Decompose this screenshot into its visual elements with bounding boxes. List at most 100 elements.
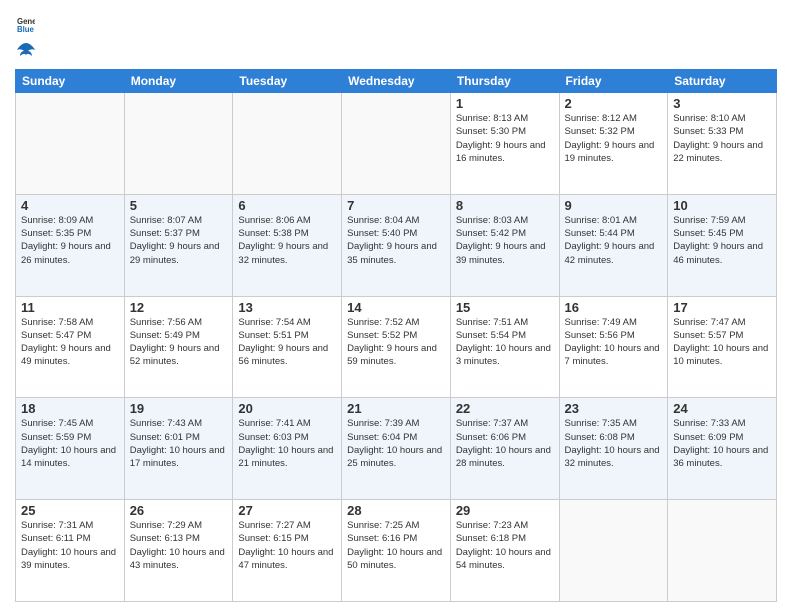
day-cell: 10Sunrise: 7:59 AMSunset: 5:45 PMDayligh… [668, 194, 777, 296]
day-number: 27 [238, 503, 336, 518]
day-info: Sunrise: 7:52 AMSunset: 5:52 PMDaylight:… [347, 316, 445, 369]
day-number: 17 [673, 300, 771, 315]
day-info: Sunrise: 8:13 AMSunset: 5:30 PMDaylight:… [456, 112, 554, 165]
week-row-3: 18Sunrise: 7:45 AMSunset: 5:59 PMDayligh… [16, 398, 777, 500]
day-cell: 11Sunrise: 7:58 AMSunset: 5:47 PMDayligh… [16, 296, 125, 398]
day-info: Sunrise: 7:54 AMSunset: 5:51 PMDaylight:… [238, 316, 336, 369]
day-number: 12 [130, 300, 228, 315]
day-cell: 5Sunrise: 8:07 AMSunset: 5:37 PMDaylight… [124, 194, 233, 296]
day-number: 2 [565, 96, 663, 111]
day-cell: 6Sunrise: 8:06 AMSunset: 5:38 PMDaylight… [233, 194, 342, 296]
day-cell [124, 93, 233, 195]
day-number: 3 [673, 96, 771, 111]
day-info: Sunrise: 8:07 AMSunset: 5:37 PMDaylight:… [130, 214, 228, 267]
logo-bird-icon [15, 41, 37, 63]
day-number: 29 [456, 503, 554, 518]
day-info: Sunrise: 7:33 AMSunset: 6:09 PMDaylight:… [673, 417, 771, 470]
day-number: 21 [347, 401, 445, 416]
day-cell: 19Sunrise: 7:43 AMSunset: 6:01 PMDayligh… [124, 398, 233, 500]
col-header-saturday: Saturday [668, 70, 777, 93]
day-info: Sunrise: 7:25 AMSunset: 6:16 PMDaylight:… [347, 519, 445, 572]
col-header-sunday: Sunday [16, 70, 125, 93]
day-number: 20 [238, 401, 336, 416]
day-number: 26 [130, 503, 228, 518]
day-number: 18 [21, 401, 119, 416]
day-number: 22 [456, 401, 554, 416]
day-cell [342, 93, 451, 195]
day-cell: 4Sunrise: 8:09 AMSunset: 5:35 PMDaylight… [16, 194, 125, 296]
day-cell [668, 500, 777, 602]
day-number: 24 [673, 401, 771, 416]
day-number: 10 [673, 198, 771, 213]
day-cell: 7Sunrise: 8:04 AMSunset: 5:40 PMDaylight… [342, 194, 451, 296]
calendar-page: General Blue SundayMondayTuesdayWednesda… [0, 0, 792, 612]
day-info: Sunrise: 7:49 AMSunset: 5:56 PMDaylight:… [565, 316, 663, 369]
day-cell: 14Sunrise: 7:52 AMSunset: 5:52 PMDayligh… [342, 296, 451, 398]
day-number: 19 [130, 401, 228, 416]
day-cell: 15Sunrise: 7:51 AMSunset: 5:54 PMDayligh… [450, 296, 559, 398]
day-cell: 12Sunrise: 7:56 AMSunset: 5:49 PMDayligh… [124, 296, 233, 398]
svg-text:General: General [17, 17, 35, 26]
day-number: 4 [21, 198, 119, 213]
week-row-1: 4Sunrise: 8:09 AMSunset: 5:35 PMDaylight… [16, 194, 777, 296]
day-info: Sunrise: 7:39 AMSunset: 6:04 PMDaylight:… [347, 417, 445, 470]
calendar-header-row: SundayMondayTuesdayWednesdayThursdayFrid… [16, 70, 777, 93]
day-info: Sunrise: 7:23 AMSunset: 6:18 PMDaylight:… [456, 519, 554, 572]
svg-text:Blue: Blue [17, 25, 35, 34]
col-header-thursday: Thursday [450, 70, 559, 93]
header: General Blue [15, 10, 777, 63]
day-number: 8 [456, 198, 554, 213]
col-header-monday: Monday [124, 70, 233, 93]
day-info: Sunrise: 8:04 AMSunset: 5:40 PMDaylight:… [347, 214, 445, 267]
day-info: Sunrise: 7:35 AMSunset: 6:08 PMDaylight:… [565, 417, 663, 470]
day-info: Sunrise: 8:01 AMSunset: 5:44 PMDaylight:… [565, 214, 663, 267]
day-info: Sunrise: 7:27 AMSunset: 6:15 PMDaylight:… [238, 519, 336, 572]
day-cell: 8Sunrise: 8:03 AMSunset: 5:42 PMDaylight… [450, 194, 559, 296]
day-number: 15 [456, 300, 554, 315]
day-info: Sunrise: 7:37 AMSunset: 6:06 PMDaylight:… [456, 417, 554, 470]
day-cell: 9Sunrise: 8:01 AMSunset: 5:44 PMDaylight… [559, 194, 668, 296]
day-info: Sunrise: 7:29 AMSunset: 6:13 PMDaylight:… [130, 519, 228, 572]
day-cell: 3Sunrise: 8:10 AMSunset: 5:33 PMDaylight… [668, 93, 777, 195]
day-cell: 1Sunrise: 8:13 AMSunset: 5:30 PMDaylight… [450, 93, 559, 195]
week-row-2: 11Sunrise: 7:58 AMSunset: 5:47 PMDayligh… [16, 296, 777, 398]
day-info: Sunrise: 7:47 AMSunset: 5:57 PMDaylight:… [673, 316, 771, 369]
day-cell: 21Sunrise: 7:39 AMSunset: 6:04 PMDayligh… [342, 398, 451, 500]
day-number: 28 [347, 503, 445, 518]
day-number: 13 [238, 300, 336, 315]
day-number: 25 [21, 503, 119, 518]
day-cell [559, 500, 668, 602]
logo-text: General Blue [15, 14, 37, 63]
day-info: Sunrise: 7:31 AMSunset: 6:11 PMDaylight:… [21, 519, 119, 572]
day-number: 11 [21, 300, 119, 315]
col-header-wednesday: Wednesday [342, 70, 451, 93]
day-number: 5 [130, 198, 228, 213]
logo: General Blue [15, 14, 37, 63]
day-number: 7 [347, 198, 445, 213]
day-info: Sunrise: 8:12 AMSunset: 5:32 PMDaylight:… [565, 112, 663, 165]
day-info: Sunrise: 8:10 AMSunset: 5:33 PMDaylight:… [673, 112, 771, 165]
day-cell: 23Sunrise: 7:35 AMSunset: 6:08 PMDayligh… [559, 398, 668, 500]
col-header-tuesday: Tuesday [233, 70, 342, 93]
day-cell [16, 93, 125, 195]
logo-icon: General Blue [17, 14, 35, 36]
week-row-4: 25Sunrise: 7:31 AMSunset: 6:11 PMDayligh… [16, 500, 777, 602]
calendar-table: SundayMondayTuesdayWednesdayThursdayFrid… [15, 69, 777, 602]
day-cell: 27Sunrise: 7:27 AMSunset: 6:15 PMDayligh… [233, 500, 342, 602]
day-cell: 26Sunrise: 7:29 AMSunset: 6:13 PMDayligh… [124, 500, 233, 602]
day-cell: 24Sunrise: 7:33 AMSunset: 6:09 PMDayligh… [668, 398, 777, 500]
day-cell: 22Sunrise: 7:37 AMSunset: 6:06 PMDayligh… [450, 398, 559, 500]
day-info: Sunrise: 7:43 AMSunset: 6:01 PMDaylight:… [130, 417, 228, 470]
day-info: Sunrise: 7:45 AMSunset: 5:59 PMDaylight:… [21, 417, 119, 470]
day-number: 14 [347, 300, 445, 315]
day-number: 9 [565, 198, 663, 213]
day-cell: 18Sunrise: 7:45 AMSunset: 5:59 PMDayligh… [16, 398, 125, 500]
col-header-friday: Friday [559, 70, 668, 93]
day-cell [233, 93, 342, 195]
day-info: Sunrise: 7:59 AMSunset: 5:45 PMDaylight:… [673, 214, 771, 267]
day-cell: 28Sunrise: 7:25 AMSunset: 6:16 PMDayligh… [342, 500, 451, 602]
day-cell: 29Sunrise: 7:23 AMSunset: 6:18 PMDayligh… [450, 500, 559, 602]
day-info: Sunrise: 7:58 AMSunset: 5:47 PMDaylight:… [21, 316, 119, 369]
day-cell: 13Sunrise: 7:54 AMSunset: 5:51 PMDayligh… [233, 296, 342, 398]
week-row-0: 1Sunrise: 8:13 AMSunset: 5:30 PMDaylight… [16, 93, 777, 195]
